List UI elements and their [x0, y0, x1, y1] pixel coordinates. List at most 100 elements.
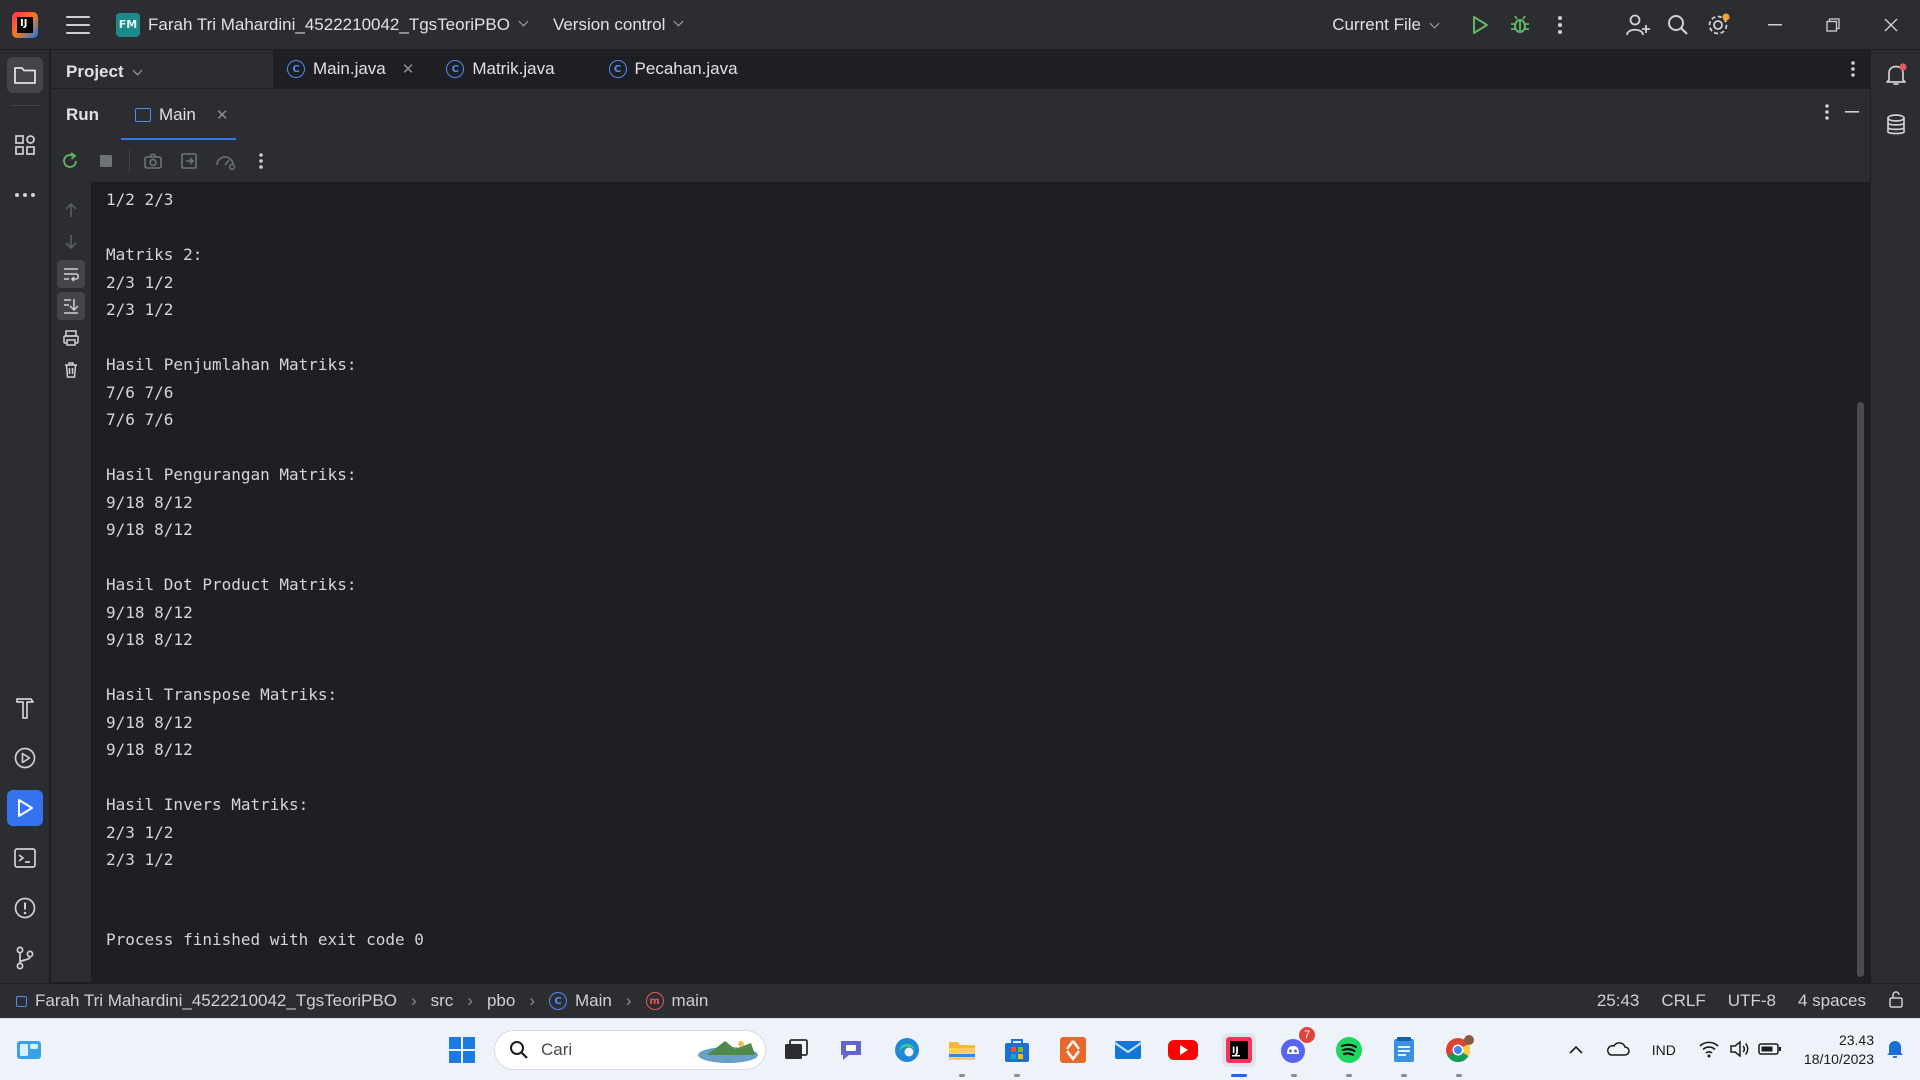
breadcrumb-src[interactable]: src [431, 991, 454, 1011]
debug-icon[interactable] [1500, 5, 1540, 45]
widgets-icon[interactable] [12, 1033, 46, 1067]
chevron-down-icon[interactable] [673, 16, 684, 27]
services-icon[interactable] [7, 740, 43, 776]
git-branch-icon[interactable] [7, 940, 43, 976]
run-options-icon[interactable] [1824, 103, 1830, 126]
office-app-icon[interactable] [1056, 1033, 1090, 1067]
editor-header: Project C Main.java ✕ C Matrik.java C Pe… [51, 50, 1870, 88]
console-scrollbar[interactable] [1857, 402, 1864, 977]
mail-icon[interactable] [1111, 1033, 1145, 1067]
method-icon: m [645, 992, 664, 1010]
discord-icon[interactable]: 7 [1277, 1027, 1315, 1077]
application-icon [135, 108, 151, 122]
dump-threads-camera-icon[interactable] [140, 148, 166, 174]
rerun-icon[interactable] [57, 148, 83, 174]
run-tab-main[interactable]: Main ✕ [121, 89, 236, 141]
clear-trash-icon[interactable] [57, 356, 85, 384]
intellij-taskbar-icon[interactable]: IJ [1222, 1033, 1256, 1077]
input-language[interactable]: IND [1652, 1042, 1676, 1058]
svg-text:IJ: IJ [1232, 1046, 1239, 1056]
structure-icon[interactable] [7, 127, 43, 163]
editor-tab-pecahan-java[interactable]: C Pecahan.java [595, 50, 752, 88]
minimize-window-icon[interactable] [1746, 0, 1804, 50]
more-tools-icon[interactable] [7, 177, 43, 213]
build-hammer-icon[interactable] [7, 690, 43, 726]
microsoft-store-icon[interactable] [1000, 1033, 1034, 1077]
show-hidden-icons-chevron-up-icon[interactable] [1568, 1042, 1584, 1058]
run-icon[interactable] [1460, 5, 1500, 45]
start-windows-icon[interactable] [445, 1033, 479, 1067]
notifications-bell-icon[interactable] [1878, 57, 1914, 93]
notification-center-bell-icon[interactable] [1886, 1039, 1904, 1062]
wifi-icon[interactable] [1698, 1040, 1720, 1061]
caret-position[interactable]: 25:43 [1597, 991, 1640, 1011]
scroll-to-end-icon[interactable] [57, 292, 85, 320]
version-control-menu[interactable]: Version control [553, 15, 665, 35]
exit-icon[interactable] [176, 148, 202, 174]
project-panel-title[interactable]: Project [66, 62, 143, 82]
chrome-icon[interactable] [1442, 1033, 1476, 1077]
database-icon[interactable] [1878, 107, 1914, 143]
notepad-icon[interactable] [1387, 1033, 1421, 1077]
clock[interactable]: 23.43 18/10/2023 [1804, 1031, 1874, 1069]
read-only-lock-icon[interactable] [1888, 990, 1904, 1013]
settings-gear-icon[interactable] [1698, 5, 1738, 45]
console-text: 1/2 2/3 Matriks 2: 2/3 1/2 2/3 1/2 Hasil… [106, 190, 357, 869]
module-icon [16, 995, 27, 1007]
right-tool-strip [1870, 50, 1920, 983]
line-separator[interactable]: CRLF [1661, 991, 1705, 1011]
problems-icon[interactable] [7, 890, 43, 926]
spotify-icon[interactable] [1332, 1033, 1366, 1077]
file-encoding[interactable]: UTF-8 [1728, 991, 1776, 1011]
breadcrumb-main-class[interactable]: Main [575, 991, 612, 1011]
navigation-breadcrumb: Farah Tri Mahardini_4522210042_TgsTeoriP… [16, 991, 708, 1011]
project-selector[interactable]: Farah Tri Mahardini_4522210042_TgsTeoriP… [148, 15, 510, 35]
clock-time: 23.43 [1838, 1032, 1874, 1048]
run-configuration-selector[interactable]: Current File [1332, 15, 1440, 35]
indent-setting[interactable]: 4 spaces [1798, 991, 1866, 1011]
battery-icon[interactable] [1758, 1042, 1782, 1059]
close-window-icon[interactable] [1862, 0, 1920, 50]
tab-options-icon[interactable] [1850, 60, 1856, 83]
breadcrumb-pbo[interactable]: pbo [487, 991, 515, 1011]
console-output[interactable]: 1/2 2/3 Matriks 2: 2/3 1/2 2/3 1/2 Hasil… [91, 182, 1870, 982]
coverage-icon[interactable] [212, 148, 238, 174]
search-placeholder: Cari [541, 1040, 573, 1059]
up-arrow-icon[interactable] [57, 196, 85, 224]
more-actions-icon[interactable] [1540, 5, 1580, 45]
youtube-icon[interactable] [1166, 1033, 1200, 1067]
editor-tab-main-java[interactable]: C Main.java ✕ [273, 50, 428, 88]
stop-icon[interactable] [93, 148, 119, 174]
task-view-icon[interactable] [779, 1033, 813, 1067]
search-highlight-icon [698, 1041, 758, 1063]
restore-window-icon[interactable] [1804, 0, 1862, 50]
terminal-icon[interactable] [7, 840, 43, 876]
more-icon[interactable] [248, 148, 274, 174]
project-badge[interactable]: FM [116, 12, 140, 37]
windows-taskbar: Cari IJ 7 IND 23.43 18/10/2023 [0, 1018, 1920, 1080]
taskbar-search-box[interactable]: Cari [494, 1030, 766, 1070]
intellij-logo-icon[interactable]: IJ [12, 11, 38, 38]
run-tool-icon[interactable] [7, 790, 43, 826]
editor-tab-matrik-java[interactable]: C Matrik.java [432, 50, 568, 88]
onedrive-cloud-icon[interactable] [1606, 1041, 1630, 1060]
left-tool-strip [0, 50, 50, 983]
breadcrumb-project[interactable]: Farah Tri Mahardini_4522210042_TgsTeoriP… [35, 991, 397, 1011]
add-user-icon[interactable] [1618, 5, 1658, 45]
down-arrow-icon[interactable] [57, 228, 85, 256]
main-menu-icon[interactable] [66, 15, 90, 34]
file-explorer-icon[interactable] [945, 1033, 979, 1077]
hide-panel-icon[interactable] [1844, 103, 1860, 126]
breadcrumb-main-method[interactable]: main [672, 991, 709, 1011]
volume-icon[interactable] [1728, 1039, 1750, 1061]
soft-wrap-icon[interactable] [57, 260, 85, 288]
search-icon[interactable] [1658, 5, 1698, 45]
project-tool-folder-icon[interactable] [7, 57, 43, 93]
teams-chat-icon[interactable] [834, 1033, 868, 1067]
close-tab-icon[interactable]: ✕ [402, 60, 415, 78]
edge-browser-icon[interactable] [890, 1033, 924, 1067]
clock-date: 18/10/2023 [1803, 1051, 1874, 1067]
close-tab-icon[interactable]: ✕ [216, 106, 229, 124]
chevron-down-icon[interactable] [518, 16, 529, 27]
print-icon[interactable] [57, 324, 85, 352]
